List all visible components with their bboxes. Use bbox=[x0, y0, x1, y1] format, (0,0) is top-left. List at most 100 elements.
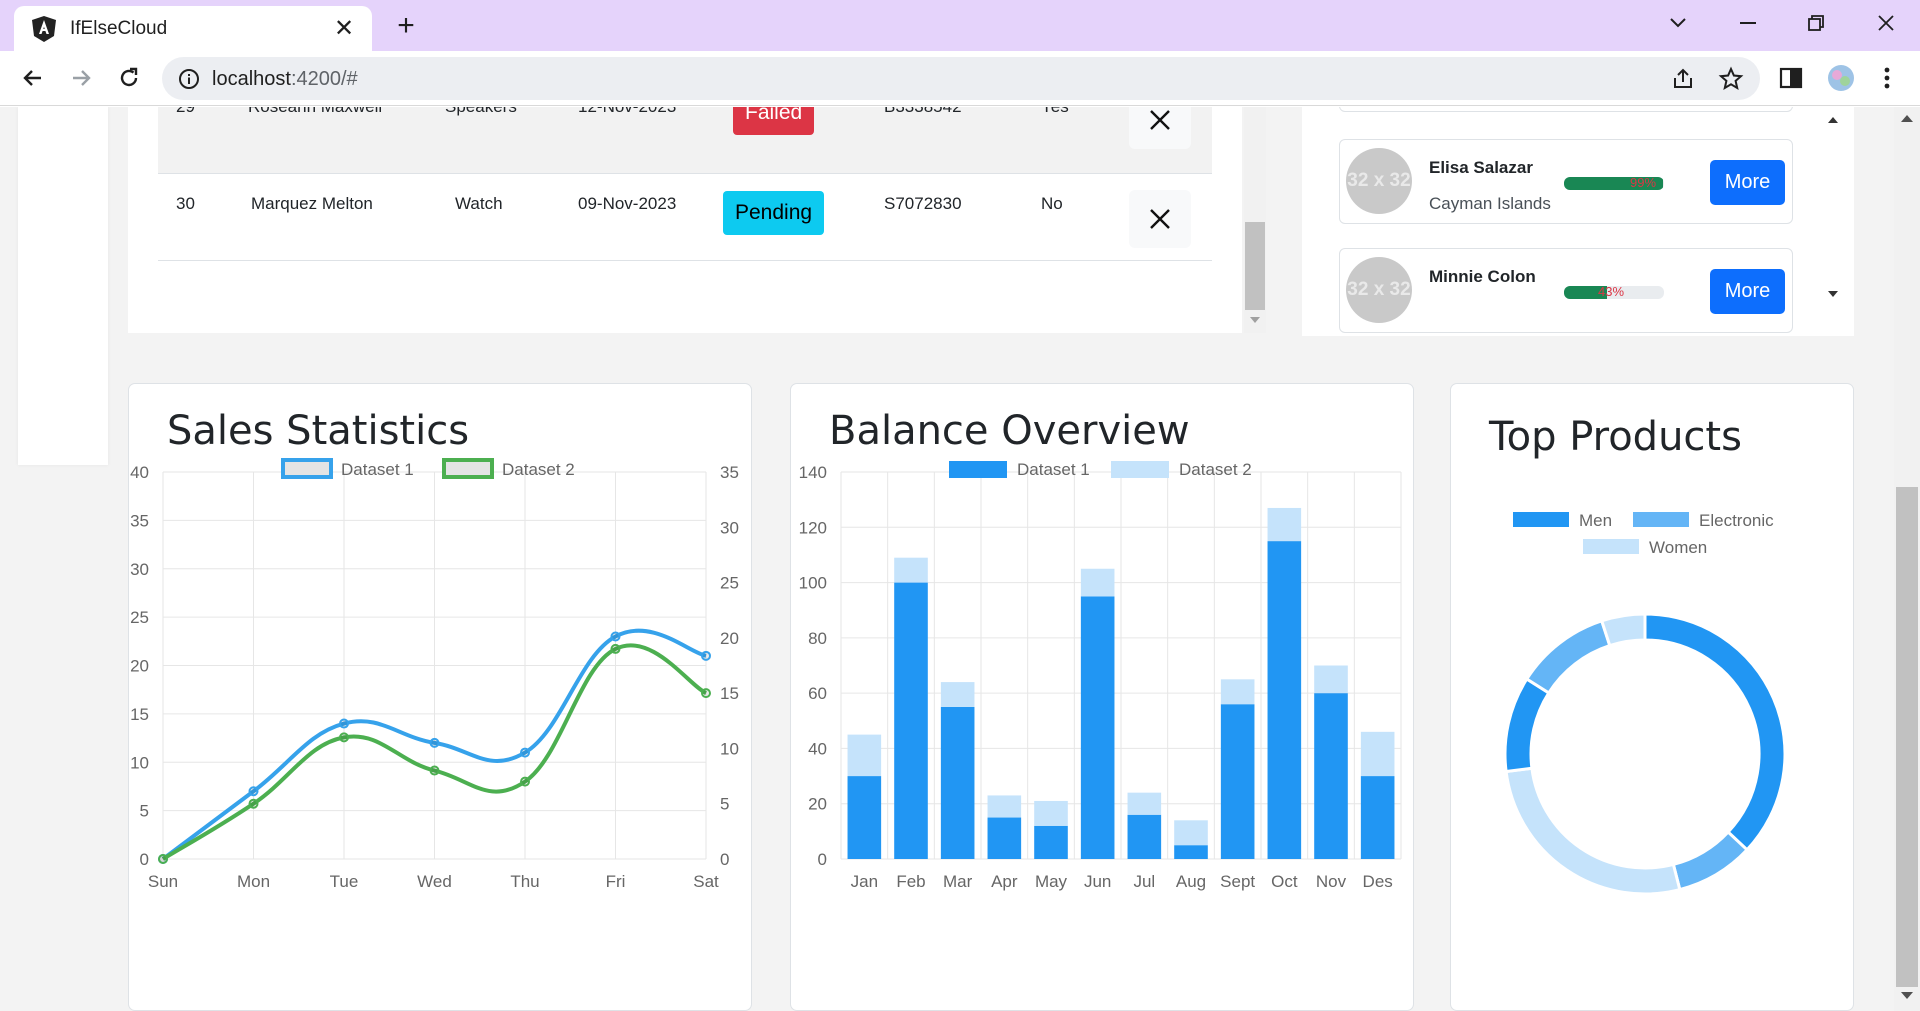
legend-label: Dataset 2 bbox=[502, 460, 575, 479]
browser-toolbar: localhost:4200/# bbox=[0, 51, 1920, 106]
reload-icon[interactable] bbox=[112, 61, 146, 95]
bar-nov-dataset-2 bbox=[1314, 665, 1348, 694]
legend-swatch bbox=[1633, 512, 1689, 527]
more-button[interactable]: More bbox=[1710, 160, 1785, 205]
close-icon bbox=[1150, 110, 1170, 130]
data-point bbox=[610, 643, 621, 654]
data-point bbox=[701, 650, 711, 661]
bar-apr-dataset-2 bbox=[987, 795, 1022, 818]
bar-oct-dataset-2 bbox=[1267, 507, 1302, 542]
tab-search-icon[interactable] bbox=[1648, 8, 1708, 38]
y-tick-label: 100 bbox=[799, 574, 827, 593]
back-icon[interactable] bbox=[16, 61, 50, 95]
data-point bbox=[339, 718, 349, 729]
browser-menu-icon[interactable] bbox=[1872, 63, 1902, 93]
legend-label: Men bbox=[1579, 511, 1612, 530]
x-tick-label: Jan bbox=[851, 872, 878, 891]
row-product: Speakers bbox=[445, 107, 517, 117]
browser-tab[interactable]: IfElseCloud ✕ bbox=[14, 6, 372, 51]
y-tick-label: 140 bbox=[799, 463, 827, 482]
bar-may-dataset-1 bbox=[1034, 825, 1068, 859]
legend-swatch bbox=[1111, 461, 1169, 478]
share-icon[interactable] bbox=[1670, 66, 1696, 92]
more-button[interactable]: More bbox=[1710, 269, 1785, 314]
x-tick-label: Sun bbox=[148, 872, 178, 891]
row-flag: Yes bbox=[1041, 107, 1069, 117]
row-code: S7072830 bbox=[884, 194, 962, 213]
list-item: 32 x 32 Minnie Colon 43% More bbox=[1339, 248, 1793, 333]
bar-mar-dataset-2 bbox=[940, 682, 975, 707]
minimize-icon[interactable] bbox=[1718, 8, 1778, 38]
legend-label: Women bbox=[1649, 538, 1707, 557]
row-id: 30 bbox=[176, 194, 195, 213]
data-point bbox=[248, 798, 259, 809]
y2-tick-label: 15 bbox=[720, 684, 739, 703]
x-tick-label: Mar bbox=[943, 872, 973, 891]
y-tick-label: 10 bbox=[130, 753, 149, 772]
x-tick-label: Des bbox=[1363, 872, 1393, 891]
doughnut-segment-men bbox=[1643, 612, 1787, 852]
close-window-icon[interactable] bbox=[1856, 8, 1916, 38]
scrollbar-thumb[interactable] bbox=[1245, 222, 1265, 310]
data-point bbox=[429, 737, 440, 748]
bar-jan-dataset-1 bbox=[847, 776, 882, 859]
delete-row-button[interactable] bbox=[1129, 190, 1191, 248]
scrollbar-thumb[interactable] bbox=[1896, 487, 1918, 987]
profile-avatar-icon[interactable] bbox=[1826, 63, 1856, 93]
bar-feb-dataset-2 bbox=[894, 557, 928, 583]
row-flag: No bbox=[1041, 194, 1063, 213]
bar-sept-dataset-2 bbox=[1220, 679, 1255, 705]
doughnut-segment-electronic bbox=[1671, 829, 1750, 892]
data-point bbox=[520, 776, 530, 787]
bookmark-star-icon[interactable] bbox=[1718, 66, 1744, 92]
row-code: B3338542 bbox=[884, 107, 962, 117]
scroll-down-icon[interactable] bbox=[1901, 992, 1913, 999]
x-tick-label: Sat bbox=[693, 872, 719, 891]
bar-jan-dataset-2 bbox=[847, 734, 882, 777]
y-tick-label: 15 bbox=[130, 705, 149, 724]
bar-des-dataset-1 bbox=[1360, 776, 1395, 859]
side-panel-icon[interactable] bbox=[1776, 63, 1806, 93]
row-product: Watch bbox=[455, 194, 503, 213]
scroll-down-icon[interactable] bbox=[1828, 291, 1838, 297]
data-point bbox=[158, 854, 168, 864]
bar-feb-dataset-1 bbox=[894, 582, 928, 859]
legend-swatch bbox=[1583, 539, 1639, 554]
bar-sept-dataset-1 bbox=[1220, 704, 1255, 859]
doughnut-segment-women bbox=[1504, 766, 1682, 896]
y-tick-label: 120 bbox=[799, 518, 827, 537]
page-scrollbar[interactable] bbox=[1894, 107, 1920, 1011]
x-tick-label: Fri bbox=[606, 872, 626, 891]
row-date: 09-Nov-2023 bbox=[578, 194, 677, 213]
x-tick-label: Jun bbox=[1084, 872, 1111, 891]
scroll-down-icon[interactable] bbox=[1250, 317, 1260, 323]
data-point bbox=[701, 688, 711, 699]
table-scrollbar[interactable] bbox=[1244, 107, 1266, 333]
avatar: 32 x 32 bbox=[1346, 148, 1412, 214]
restore-icon[interactable] bbox=[1786, 8, 1846, 38]
x-tick-label: Tue bbox=[330, 872, 359, 891]
legend-swatch bbox=[281, 458, 333, 479]
address-bar[interactable]: localhost:4200/# bbox=[162, 57, 1760, 100]
y2-tick-label: 35 bbox=[720, 463, 739, 482]
status-badge: Failed bbox=[733, 107, 815, 135]
forward-icon[interactable] bbox=[64, 61, 98, 95]
y2-tick-label: 25 bbox=[720, 574, 739, 593]
new-tab-button[interactable]: + bbox=[388, 8, 424, 44]
tab-title: IfElseCloud bbox=[70, 17, 168, 39]
y2-tick-label: 5 bbox=[720, 795, 729, 814]
delete-row-button[interactable] bbox=[1129, 107, 1191, 149]
orders-table-card: 29 Roseann Maxwell Speakers 12-Nov-2023 … bbox=[128, 107, 1242, 333]
users-scrollbar[interactable] bbox=[1824, 107, 1842, 305]
row-id: 29 bbox=[176, 107, 195, 117]
data-point bbox=[520, 747, 530, 758]
x-tick-label: Nov bbox=[1316, 872, 1347, 891]
url-text: localhost:4200/# bbox=[212, 68, 358, 90]
y2-tick-label: 30 bbox=[720, 518, 739, 537]
y-tick-label: 5 bbox=[140, 802, 149, 821]
close-tab-icon[interactable]: ✕ bbox=[328, 14, 360, 43]
scroll-up-icon[interactable] bbox=[1828, 117, 1838, 123]
legend-label: Dataset 1 bbox=[341, 460, 414, 479]
scroll-up-icon[interactable] bbox=[1901, 115, 1913, 122]
site-info-icon[interactable] bbox=[178, 68, 200, 90]
